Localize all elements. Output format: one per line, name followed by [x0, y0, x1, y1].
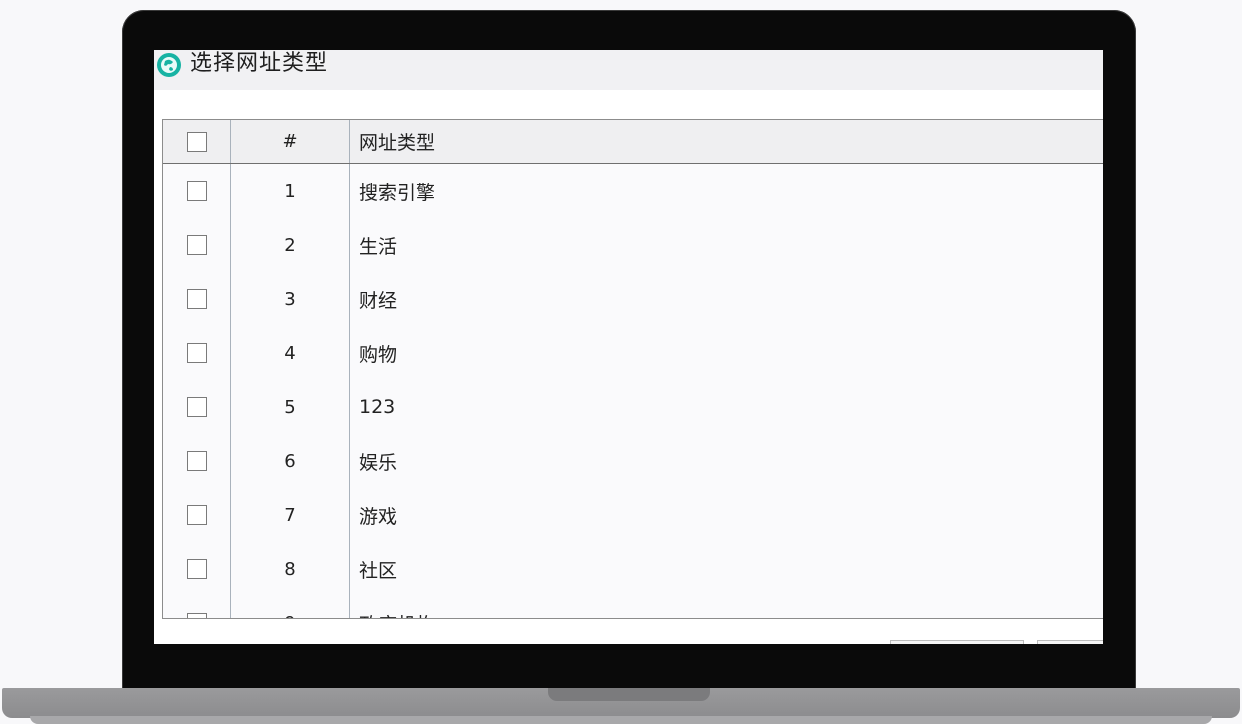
row-number: 2 [231, 218, 350, 272]
table-row[interactable]: 5 123 [163, 380, 1103, 435]
row-check-cell [163, 488, 231, 542]
column-header-type[interactable]: 网址类型 [350, 120, 1103, 163]
window-title: 选择网址类型 [190, 51, 329, 76]
row-type: 娱乐 [359, 451, 398, 474]
table-row[interactable]: 3 财经 [163, 272, 1103, 327]
table-header: # 网址类型 [163, 120, 1103, 164]
table-row[interactable]: 7 游戏 [163, 488, 1103, 543]
app-window: 选择网址类型 # 网址类型 1 搜索引擎 2 生活 3 财经 4 购物 5 12… [154, 50, 1103, 644]
table-row[interactable]: 2 生活 [163, 218, 1103, 273]
globe-icon [157, 53, 181, 77]
row-checkbox[interactable] [186, 289, 207, 309]
row-check-cell [163, 380, 231, 434]
laptop-base-shadow [30, 716, 1212, 724]
row-check-cell [163, 164, 231, 218]
row-checkbox[interactable] [186, 181, 207, 201]
row-number: 6 [231, 434, 350, 488]
row-type: 财经 [359, 289, 398, 312]
row-type: 游戏 [359, 505, 398, 528]
row-type: 123 [359, 396, 396, 418]
header-check-cell [163, 120, 231, 163]
row-number: 4 [231, 326, 350, 380]
row-number: 1 [231, 164, 350, 218]
row-check-cell [163, 326, 231, 380]
row-check-cell [163, 434, 231, 488]
laptop-notch [548, 688, 710, 701]
row-number: 9 [231, 596, 350, 618]
title-bar: 选择网址类型 [154, 50, 1103, 90]
row-number: 8 [231, 542, 350, 596]
row-number: 5 [231, 380, 350, 434]
row-check-cell [163, 596, 231, 618]
table-row[interactable]: 6 娱乐 [163, 434, 1103, 489]
row-type: 社区 [359, 559, 398, 582]
select-all-checkbox[interactable] [186, 131, 207, 152]
row-checkbox[interactable] [186, 451, 207, 471]
url-type-table: # 网址类型 1 搜索引擎 2 生活 3 财经 4 购物 5 123 6 娱乐 … [162, 119, 1103, 619]
row-check-cell [163, 542, 231, 596]
column-header-number[interactable]: # [231, 120, 350, 163]
row-checkbox[interactable] [186, 613, 207, 618]
row-checkbox[interactable] [186, 235, 207, 255]
row-checkbox[interactable] [186, 505, 207, 525]
row-checkbox[interactable] [186, 397, 207, 417]
row-type: 购物 [359, 343, 398, 366]
row-type: 搜索引擎 [359, 181, 436, 204]
row-checkbox[interactable] [186, 343, 207, 363]
table-row[interactable]: 1 搜索引擎 [163, 164, 1103, 219]
row-type: 生活 [359, 235, 398, 258]
row-check-cell [163, 218, 231, 272]
row-check-cell [163, 272, 231, 326]
row-type: 政府机构 [350, 596, 1103, 619]
table-row[interactable]: 4 购物 [163, 326, 1103, 381]
row-number: 7 [231, 488, 350, 542]
cancel-button[interactable] [1037, 640, 1103, 644]
row-number: 3 [231, 272, 350, 326]
table-row[interactable]: 9 政府机构 [163, 596, 1103, 619]
row-checkbox[interactable] [186, 559, 207, 579]
table-row[interactable]: 8 社区 [163, 542, 1103, 597]
confirm-button[interactable] [890, 640, 1024, 644]
